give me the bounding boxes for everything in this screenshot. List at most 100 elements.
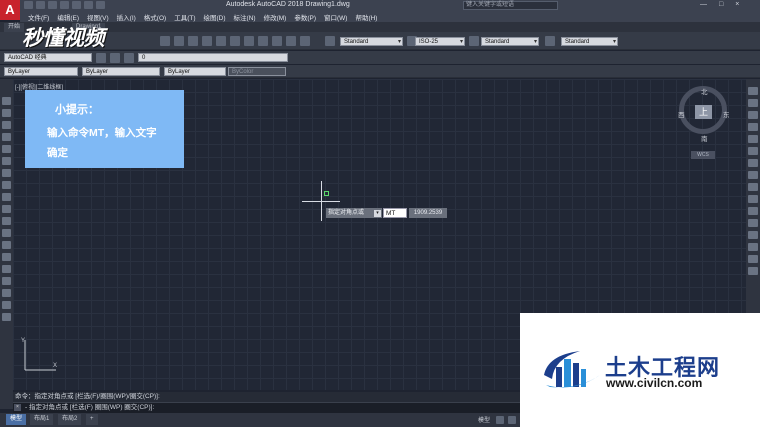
extend-icon[interactable] [748,207,758,215]
redo-icon[interactable] [96,1,105,9]
tab-layout1[interactable]: 布局1 [30,414,54,425]
move-icon[interactable] [748,147,758,155]
point-icon[interactable] [2,253,11,261]
ellipse-icon[interactable] [2,205,11,213]
spline-icon[interactable] [2,193,11,201]
compass-north[interactable]: 北 [701,86,708,96]
revision-cloud-icon[interactable] [2,181,11,189]
grid-icon[interactable] [496,416,504,424]
menu-view[interactable]: 视图(V) [83,11,113,22]
region-icon[interactable] [2,289,11,297]
snap-icon[interactable] [508,416,516,424]
line-icon[interactable] [2,97,11,105]
table-style-select[interactable]: Standard [481,37,539,47]
erase-icon[interactable] [748,87,758,95]
multiline-text-icon[interactable] [2,313,11,321]
compass-east[interactable]: 东 [723,109,730,119]
minimize-button[interactable]: — [700,1,707,8]
workspace-settings-icon[interactable] [96,53,106,63]
construction-line-icon[interactable] [2,109,11,117]
zoom-window-icon[interactable] [188,36,198,46]
add-layout-button[interactable]: + [86,414,98,425]
menu-draw[interactable]: 绘图(D) [200,11,230,22]
menu-dimension[interactable]: 标注(N) [230,11,260,22]
layer-properties-icon[interactable] [110,53,120,63]
save-as-icon[interactable] [60,1,69,9]
chamfer-icon[interactable] [748,243,758,251]
menu-insert[interactable]: 插入(I) [113,11,140,22]
insert-block-icon[interactable] [2,229,11,237]
pan-icon[interactable] [160,36,170,46]
color-select[interactable]: ByLayer [4,67,78,76]
polygon-icon[interactable] [2,133,11,141]
save-icon[interactable] [48,1,57,9]
viewcube-top-face[interactable]: 上 [695,105,712,119]
make-block-icon[interactable] [2,241,11,249]
plot-icon[interactable] [72,1,81,9]
tab-layout2[interactable]: 布局2 [58,414,82,425]
command-input[interactable]: - 指定对角点或 [栏选(F) 圈围(WP) 圈交(CP)]: [13,402,520,413]
layer-state-icon[interactable] [124,53,134,63]
zoom-previous-icon[interactable] [202,36,212,46]
tab-start[interactable]: 开始 [4,23,25,32]
design-center-icon[interactable] [230,36,240,46]
sheet-set-icon[interactable] [258,36,268,46]
copy-icon[interactable] [748,99,758,107]
scale-icon[interactable] [748,171,758,179]
menu-modify[interactable]: 修改(M) [260,11,291,22]
break-icon[interactable] [748,219,758,227]
hatch-icon[interactable] [2,265,11,273]
wcs-menu[interactable]: WCS [691,151,715,159]
stretch-icon[interactable] [748,183,758,191]
trim-icon[interactable] [748,195,758,203]
menu-help[interactable]: 帮助(H) [351,11,381,22]
compass-west[interactable]: 西 [678,109,685,119]
tab-model[interactable]: 模型 [6,414,27,425]
array-icon[interactable] [748,135,758,143]
menu-edit[interactable]: 编辑(E) [53,11,83,22]
join-icon[interactable] [748,231,758,239]
close-button[interactable]: × [735,1,739,8]
tool-palettes-icon[interactable] [244,36,254,46]
properties-icon[interactable] [216,36,226,46]
dim-style-select[interactable]: ISO-25 [415,37,465,47]
arc-icon[interactable] [2,157,11,165]
explode-icon[interactable] [748,267,758,275]
circle-icon[interactable] [2,169,11,177]
quickcalc-icon[interactable] [286,36,296,46]
fillet-icon[interactable] [748,255,758,263]
maximize-button[interactable]: □ [719,1,723,8]
layer-select[interactable]: 0 [138,53,288,62]
table-icon[interactable] [2,301,11,309]
new-file-icon[interactable] [24,1,33,9]
polyline-icon[interactable] [2,121,11,129]
gradient-icon[interactable] [2,277,11,285]
application-menu-button[interactable]: A [0,0,20,20]
rectangle-icon[interactable] [2,145,11,153]
workspace-select[interactable]: AutoCAD 经典 [4,53,92,62]
menu-window[interactable]: 窗口(W) [320,11,351,22]
dynamic-input-options-arrow[interactable]: ▾ [374,210,381,217]
linetype-select[interactable]: ByLayer [82,67,160,76]
offset-icon[interactable] [748,123,758,131]
menu-tools[interactable]: 工具(T) [170,11,199,22]
help-icon[interactable] [300,36,310,46]
open-file-icon[interactable] [36,1,45,9]
text-style-select[interactable]: Standard [340,37,403,47]
multileader-style-select[interactable]: Standard [561,37,618,47]
rotate-icon[interactable] [748,159,758,167]
command-close-icon[interactable]: × [14,404,21,411]
menu-format[interactable]: 格式(O) [140,11,170,22]
menu-file[interactable]: 文件(F) [24,11,53,22]
search-input[interactable]: 键入关键字或短语 [463,1,558,10]
menu-parametric[interactable]: 参数(P) [290,11,320,22]
compass-south[interactable]: 南 [701,133,708,143]
undo-icon[interactable] [84,1,93,9]
dynamic-input-field[interactable]: MT [383,208,407,218]
markup-icon[interactable] [272,36,282,46]
model-space-toggle[interactable]: 模型 [478,415,490,424]
mirror-icon[interactable] [748,111,758,119]
ellipse-arc-icon[interactable] [2,217,11,225]
lineweight-select[interactable]: ByLayer [164,67,226,76]
zoom-icon[interactable] [174,36,184,46]
